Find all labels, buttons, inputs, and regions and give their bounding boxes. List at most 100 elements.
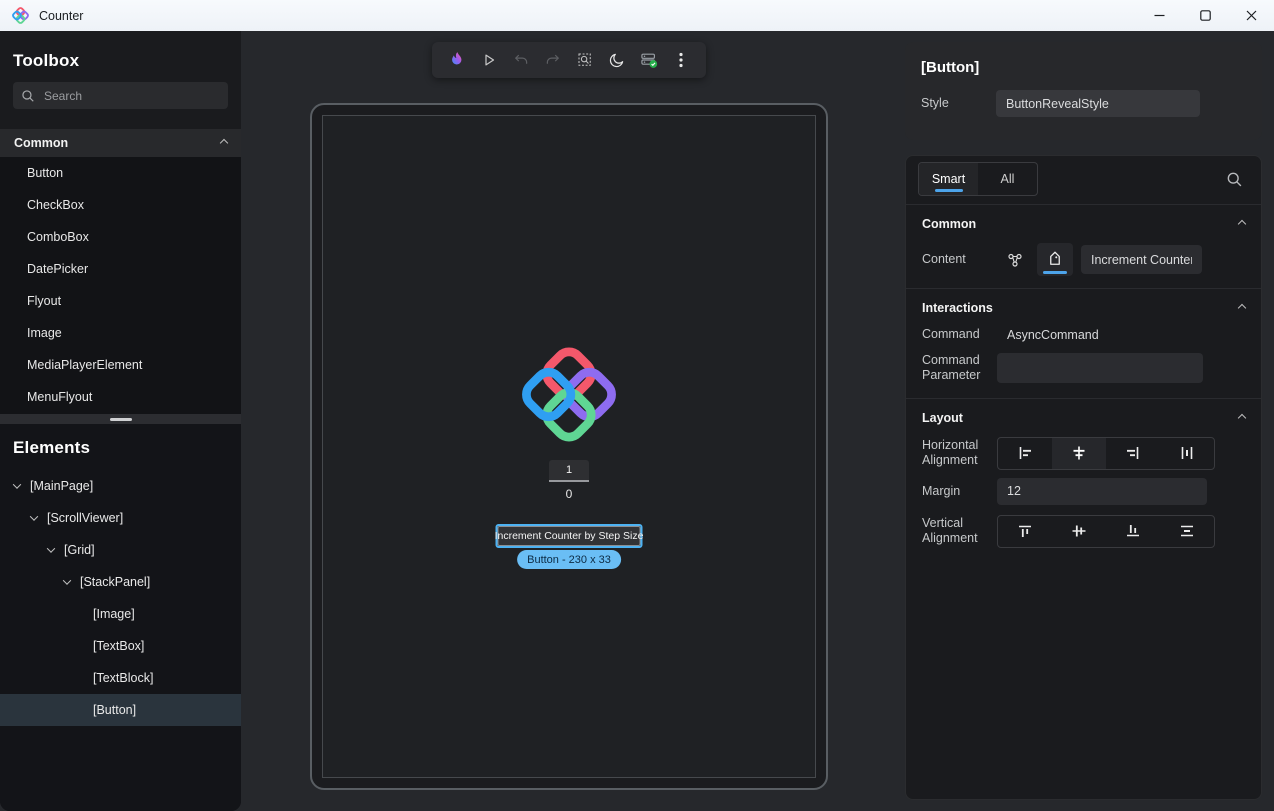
h-align-center-button[interactable] xyxy=(1052,438,1106,469)
command-parameter-input[interactable] xyxy=(997,353,1203,383)
search-input[interactable] xyxy=(44,89,220,103)
play-icon xyxy=(480,51,498,69)
toolbox-section-common[interactable]: Common xyxy=(0,129,241,157)
app-logo-icon xyxy=(12,7,29,24)
stretch-horizontal-icon xyxy=(1178,444,1196,462)
section-header-common[interactable]: Common xyxy=(906,205,1261,243)
content-literal-button[interactable] xyxy=(1037,243,1073,276)
flame-icon xyxy=(447,50,467,70)
v-align-top-button[interactable] xyxy=(998,516,1052,547)
tree-item-mainpage[interactable]: [MainPage] xyxy=(0,470,241,502)
v-align-stretch-button[interactable] xyxy=(1160,516,1214,547)
chevron-up-icon xyxy=(1238,304,1246,312)
chevron-up-icon xyxy=(1238,414,1246,422)
toolbox-item-menuflyout[interactable]: MenuFlyout xyxy=(0,381,241,413)
toolbox-item-checkbox[interactable]: CheckBox xyxy=(0,189,241,221)
window-controls xyxy=(1136,0,1274,31)
tree-item-image[interactable]: [Image] xyxy=(0,598,241,630)
tree-item-textblock[interactable]: [TextBlock] xyxy=(0,662,241,694)
titlebar: Counter xyxy=(0,0,1274,31)
command-row: Command AsyncCommand xyxy=(906,327,1261,343)
content-input[interactable] xyxy=(1081,245,1202,274)
section-title: Layout xyxy=(922,411,963,425)
toolbox-item-image[interactable]: Image xyxy=(0,317,241,349)
toolbox-search[interactable] xyxy=(13,82,228,109)
panel-splitter[interactable] xyxy=(0,414,241,424)
zoom-region-button[interactable] xyxy=(572,46,598,74)
h-align-right-button[interactable] xyxy=(1106,438,1160,469)
command-value[interactable]: AsyncCommand xyxy=(997,328,1099,342)
section-header-layout[interactable]: Layout xyxy=(906,399,1261,437)
minimize-button[interactable] xyxy=(1136,0,1182,31)
h-align-stretch-button[interactable] xyxy=(1160,438,1214,469)
chevron-up-icon xyxy=(220,139,228,147)
connection-status-button[interactable] xyxy=(636,46,662,74)
section-title: Interactions xyxy=(922,301,993,315)
v-align-center-button[interactable] xyxy=(1052,516,1106,547)
toolbox-item-mediaplayerelement[interactable]: MediaPlayerElement xyxy=(0,349,241,381)
section-header-interactions[interactable]: Interactions xyxy=(906,289,1261,327)
toolbox-item-datepicker[interactable]: DatePicker xyxy=(0,253,241,285)
maximize-button[interactable] xyxy=(1182,0,1228,31)
h-align-left-button[interactable] xyxy=(998,438,1052,469)
margin-label: Margin xyxy=(922,484,997,500)
elements-title: Elements xyxy=(0,424,241,458)
tree-item-scrollviewer[interactable]: [ScrollViewer] xyxy=(0,502,241,534)
counter-textblock: 0 xyxy=(323,487,815,501)
content-row: Content xyxy=(906,243,1261,276)
chevron-down-icon[interactable] xyxy=(47,544,55,552)
toolbox-item-button[interactable]: Button xyxy=(0,157,241,189)
canvas-toolbar xyxy=(432,42,706,78)
chevron-up-icon xyxy=(1238,220,1246,228)
undo-button[interactable] xyxy=(508,46,534,74)
selected-element-card: [Button] Style xyxy=(905,42,1262,140)
align-left-icon xyxy=(1016,444,1034,462)
step-size-textbox[interactable]: 1 xyxy=(549,460,589,482)
redo-button[interactable] xyxy=(540,46,566,74)
chevron-down-icon[interactable] xyxy=(63,576,71,584)
style-input[interactable] xyxy=(996,90,1200,117)
toolbox-item-combobox[interactable]: ComboBox xyxy=(0,221,241,253)
style-row: Style xyxy=(921,90,1246,117)
selection-outline: Increment Counter by Step Size xyxy=(496,524,643,548)
moon-icon xyxy=(608,51,626,69)
v-align-bottom-button[interactable] xyxy=(1106,516,1160,547)
tree-item-button[interactable]: [Button] xyxy=(0,694,241,726)
tree-item-stackpanel[interactable]: [StackPanel] xyxy=(0,566,241,598)
content-binding-button[interactable] xyxy=(997,243,1033,276)
inspector-tabs: Smart All xyxy=(918,162,1249,196)
toolbox-panel: Toolbox Common Button CheckBox ComboBox xyxy=(0,31,241,414)
command-label: Command xyxy=(922,327,997,343)
command-parameter-row: Command Parameter xyxy=(906,353,1261,384)
hot-reload-button[interactable] xyxy=(444,46,470,74)
design-canvas: 1 0 Increment Counter by Step Size Butto… xyxy=(241,31,897,811)
tree-item-label: [TextBox] xyxy=(93,639,144,653)
tab-all[interactable]: All xyxy=(978,163,1037,195)
device-frame: 1 0 Increment Counter by Step Size Butto… xyxy=(310,103,828,790)
tab-label: All xyxy=(1001,172,1015,186)
vertical-alignment-group xyxy=(997,515,1215,548)
align-center-horizontal-icon xyxy=(1070,444,1088,462)
search-icon[interactable] xyxy=(1226,171,1243,188)
increment-button[interactable]: Increment Counter by Step Size xyxy=(498,526,641,546)
section-label: Common xyxy=(14,136,68,150)
toolbox-item-list: Button CheckBox ComboBox DatePicker Flyo… xyxy=(0,157,241,414)
horizontal-alignment-group xyxy=(997,437,1215,470)
more-options-button[interactable] xyxy=(668,46,694,74)
align-top-icon xyxy=(1016,522,1034,540)
tree-item-label: [Button] xyxy=(93,703,136,717)
tree-item-grid[interactable]: [Grid] xyxy=(0,534,241,566)
margin-input[interactable] xyxy=(997,478,1207,505)
close-button[interactable] xyxy=(1228,0,1274,31)
toolbox-item-flyout[interactable]: Flyout xyxy=(0,285,241,317)
selection-size-badge: Button - 230 x 33 xyxy=(517,550,621,569)
property-inspector-card: Smart All Comm xyxy=(905,155,1262,800)
tree-item-textbox[interactable]: [TextBox] xyxy=(0,630,241,662)
tab-smart[interactable]: Smart xyxy=(919,163,978,195)
play-button[interactable] xyxy=(476,46,502,74)
theme-toggle-button[interactable] xyxy=(604,46,630,74)
search-icon xyxy=(21,89,35,103)
chevron-down-icon[interactable] xyxy=(13,480,21,488)
margin-row: Margin xyxy=(906,478,1261,505)
chevron-down-icon[interactable] xyxy=(30,512,38,520)
